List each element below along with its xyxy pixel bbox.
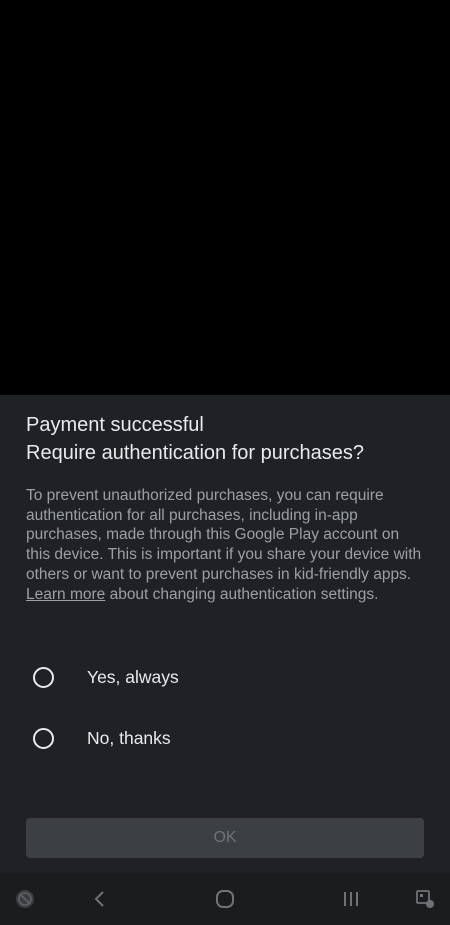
accessibility-icon[interactable]	[10, 873, 40, 925]
dialog-title: Payment successful Require authenticatio…	[26, 411, 426, 467]
payment-status-title: Payment successful	[26, 414, 204, 436]
dialog-description: To prevent unauthorized purchases, you c…	[26, 486, 426, 604]
option-no-thanks[interactable]: No, thanks	[0, 712, 450, 764]
recent-apps-icon[interactable]	[336, 873, 366, 925]
ok-button[interactable]: OK	[26, 818, 424, 858]
dimmed-background[interactable]	[0, 0, 450, 395]
option-yes-always[interactable]: Yes, always	[0, 651, 450, 703]
authentication-question-title: Require authentication for purchases?	[26, 442, 364, 464]
option-label: No, thanks	[87, 727, 171, 748]
radio-button-icon[interactable]	[33, 666, 54, 688]
home-icon[interactable]	[210, 873, 240, 925]
description-text-after-link: about changing authentication settings.	[105, 585, 379, 603]
screen: Payment successful Require authenticatio…	[0, 0, 450, 925]
learn-more-link[interactable]: Learn more	[26, 586, 105, 603]
authentication-dialog: Payment successful Require authenticatio…	[0, 395, 450, 873]
system-navigation-bar	[0, 873, 450, 925]
back-icon[interactable]	[85, 873, 115, 925]
description-text-before-link: To prevent unauthorized purchases, you c…	[26, 487, 422, 583]
radio-button-icon[interactable]	[33, 727, 54, 749]
option-label: Yes, always	[87, 666, 179, 687]
keyboard-switch-icon[interactable]	[410, 873, 440, 925]
